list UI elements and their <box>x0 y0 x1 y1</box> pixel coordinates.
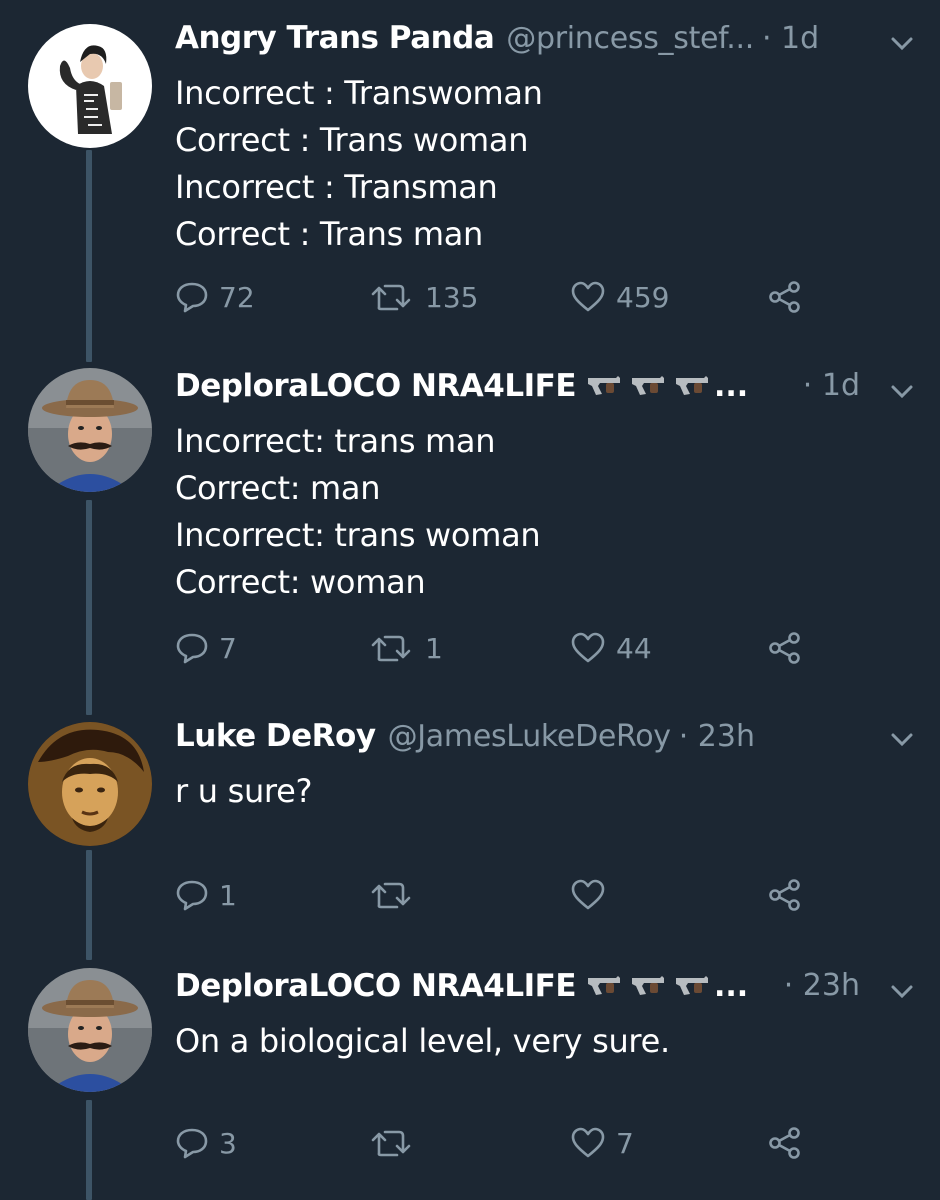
tweet-text-line: Correct: woman <box>175 563 426 601</box>
tweet-text-line: Correct : Trans man <box>175 215 484 253</box>
author-name[interactable]: DeploraLOCO NRA4LIFE <box>175 368 577 404</box>
tweet-actions: 3 7 <box>175 1121 815 1165</box>
tweet[interactable]: Luke DeRoy @JamesLukeDeRoy · 23h r u sur… <box>0 718 940 948</box>
reply-icon <box>176 1128 208 1159</box>
chevron-down-icon[interactable] <box>890 384 914 400</box>
avatar[interactable] <box>28 24 152 148</box>
author-handle[interactable]: @JamesLukeDeRoy <box>388 719 671 754</box>
author-name[interactable]: Angry Trans Panda <box>175 20 495 56</box>
tweet-text-line: Correct : Trans woman <box>175 121 529 159</box>
reply-count: 3 <box>219 1126 237 1160</box>
heart-icon <box>571 632 605 663</box>
pistol-icon <box>588 976 620 995</box>
reply-button[interactable]: 7 <box>175 626 237 670</box>
tweet-text: r u sure? <box>175 768 910 815</box>
tweet-text-line: Incorrect : Transman <box>175 168 498 206</box>
tweet-header: Luke DeRoy @JamesLukeDeRoy · 23h <box>175 718 916 768</box>
reply-button[interactable]: 72 <box>175 275 255 319</box>
conversation-thread: Angry Trans Panda @princess_stef... · 1d… <box>0 0 940 1200</box>
reply-count: 7 <box>219 631 237 665</box>
share-icon <box>769 1127 800 1159</box>
retweet-icon <box>371 635 411 662</box>
like-button[interactable]: 7 <box>570 1121 634 1165</box>
tweet-text: Incorrect: trans man Correct: man Incorr… <box>175 418 910 606</box>
share-icon <box>769 281 800 313</box>
share-button[interactable] <box>767 873 803 917</box>
share-icon <box>769 632 800 664</box>
tweet-text-line: Correct: man <box>175 469 381 507</box>
tweet-actions: 7 1 44 <box>175 626 815 670</box>
like-count: 7 <box>616 1126 634 1160</box>
tweet-actions: 1 <box>175 873 815 917</box>
reply-button[interactable]: 1 <box>175 873 237 917</box>
heart-icon <box>571 281 605 312</box>
pistol-icon <box>632 376 664 395</box>
truncation-ellipsis: ... <box>714 969 749 1004</box>
reply-icon <box>176 633 208 664</box>
tweet-text: On a biological level, very sure. <box>175 1018 910 1065</box>
like-button[interactable]: 44 <box>570 626 652 670</box>
share-button[interactable] <box>767 626 803 670</box>
timestamp[interactable]: · 1d <box>803 368 860 403</box>
chevron-down-icon[interactable] <box>890 732 914 748</box>
tweet-text-line: Incorrect : Transwoman <box>175 74 543 112</box>
timestamp[interactable]: · 1d <box>762 21 819 56</box>
share-button[interactable] <box>767 1121 803 1165</box>
emoji-group <box>586 974 710 996</box>
author-name[interactable]: Luke DeRoy <box>175 718 376 754</box>
pistol-icon <box>632 976 664 995</box>
retweet-button[interactable] <box>369 873 415 917</box>
avatar[interactable] <box>28 722 152 846</box>
tweet-text-line: r u sure? <box>175 772 313 810</box>
heart-icon <box>571 1127 605 1158</box>
emoji-group <box>586 374 710 396</box>
retweet-count: 135 <box>425 280 479 314</box>
retweet-icon <box>371 284 411 311</box>
retweet-button[interactable]: 1 <box>369 626 443 670</box>
author-handle[interactable]: @princess_stef... <box>506 21 754 56</box>
heart-icon <box>571 879 605 910</box>
truncation-ellipsis: ... <box>714 369 749 404</box>
retweet-button[interactable] <box>369 1121 415 1165</box>
tweet[interactable]: Angry Trans Panda @princess_stef... · 1d… <box>0 20 940 350</box>
reply-button[interactable]: 3 <box>175 1121 237 1165</box>
retweet-icon <box>371 1130 411 1157</box>
tweet[interactable]: DeploraLOCO NRA4LIFE ... · 23h On a biol… <box>0 968 940 1200</box>
tweet-header: Angry Trans Panda @princess_stef... · 1d <box>175 20 916 70</box>
pistol-icon <box>676 376 708 395</box>
pistol-icon <box>676 976 708 995</box>
like-count: 459 <box>616 280 670 314</box>
reply-icon <box>176 880 208 911</box>
tweet-text-line: On a biological level, very sure. <box>175 1022 670 1060</box>
timestamp[interactable]: · 23h <box>784 968 860 1003</box>
retweet-icon <box>371 882 411 909</box>
like-button[interactable]: 459 <box>570 275 669 319</box>
retweet-count: 1 <box>425 631 443 665</box>
chevron-down-icon[interactable] <box>890 984 914 1000</box>
tweet-text-line: Incorrect: trans man <box>175 422 496 460</box>
like-button[interactable] <box>570 873 606 917</box>
tweet-text: Incorrect : Transwoman Correct : Trans w… <box>175 70 910 258</box>
avatar[interactable] <box>28 968 152 1092</box>
reply-count: 72 <box>219 280 255 314</box>
share-icon <box>769 879 800 911</box>
avatar[interactable] <box>28 368 152 492</box>
reply-icon <box>176 282 208 313</box>
chevron-down-icon[interactable] <box>890 36 914 52</box>
tweet[interactable]: DeploraLOCO NRA4LIFE ... · 1d Incorrect:… <box>0 368 940 698</box>
pistol-icon <box>588 376 620 395</box>
author-name[interactable]: DeploraLOCO NRA4LIFE <box>175 968 577 1004</box>
share-button[interactable] <box>767 275 803 319</box>
retweet-button[interactable]: 135 <box>369 275 478 319</box>
like-count: 44 <box>616 631 652 665</box>
timestamp[interactable]: · 23h <box>679 719 755 754</box>
tweet-text-line: Incorrect: trans woman <box>175 516 541 554</box>
reply-count: 1 <box>219 878 237 912</box>
tweet-actions: 72 135 459 <box>175 275 815 319</box>
